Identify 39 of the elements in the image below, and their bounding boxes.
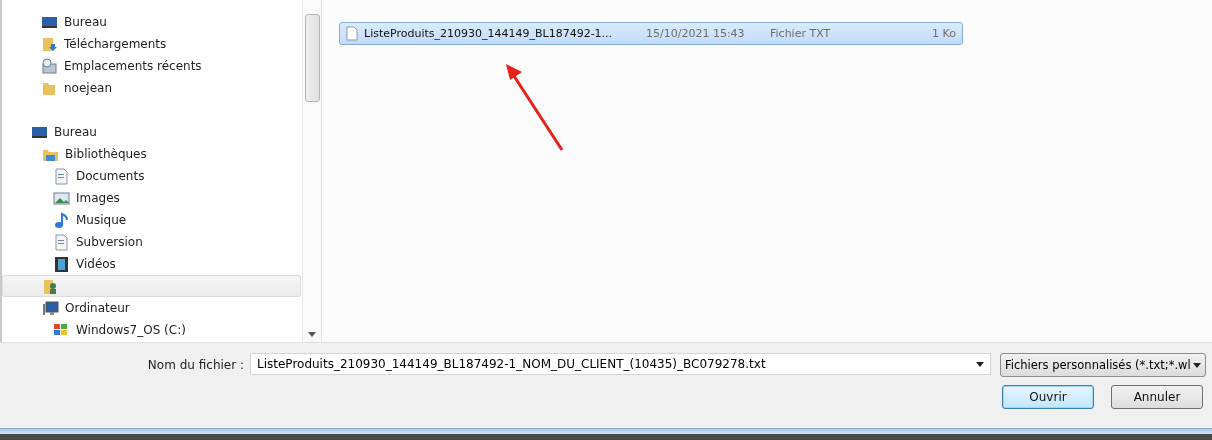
nav-item[interactable]: Subversion [2, 231, 301, 253]
nav-item[interactable]: Documents [2, 165, 301, 187]
nav-item[interactable]: Emplacements récents [2, 55, 301, 77]
nav-item[interactable]: noejean [2, 77, 301, 99]
caret-icon [1193, 362, 1201, 368]
file-date: 15/10/2021 15:43 [646, 27, 746, 40]
nav-item[interactable]: Musique [2, 209, 301, 231]
text-file-icon [346, 26, 358, 41]
cancel-button[interactable]: Annuler [1111, 385, 1203, 409]
file-size: 1 Ko [931, 27, 956, 40]
recent-places-icon [41, 57, 58, 75]
nav-item[interactable]: Windows7_OS (C:) [2, 319, 301, 341]
scroll-thumb[interactable] [304, 14, 320, 102]
scroll-down-icon[interactable] [308, 332, 316, 337]
nav-item[interactable]: Images [2, 187, 301, 209]
file-type-dropdown[interactable]: Fichiers personnalisés (*.txt;*.wl [1000, 353, 1206, 377]
image-icon [53, 189, 70, 207]
scrollbar[interactable] [302, 0, 321, 342]
nav-item[interactable]: Bibliothèques [2, 143, 301, 165]
open-button[interactable]: Ouvrir [1002, 385, 1094, 409]
film-icon [53, 255, 70, 273]
music-note-icon [53, 211, 70, 229]
dropdown-caret-icon[interactable] [976, 361, 984, 367]
filename-field[interactable]: ListeProduits_210930_144149_BL187492-1_NOM_DU_CLIENT_(10435)_BC079278.txt [250, 353, 991, 375]
user-folder-icon [42, 277, 59, 295]
nav-item[interactable]: Vidéos [2, 253, 301, 275]
file-row[interactable]: ListeProduits_210930_144149_BL187492-1... 15/10/2021 15:43 Fichier TXT 1 Ko [339, 22, 963, 45]
computer-icon [42, 299, 59, 317]
file-type: Fichier TXT [770, 27, 832, 40]
filename-label: Nom du fichier : [146, 358, 244, 372]
nav-item[interactable]: Téléchargements [2, 33, 301, 55]
file-name: ListeProduits_210930_144149_BL187492-1... [364, 27, 614, 40]
nav-item[interactable]: Ordinateur [2, 297, 301, 319]
nav-item[interactable]: Bureau [2, 11, 301, 33]
download-folder-icon [41, 35, 58, 53]
document-icon [53, 167, 70, 185]
document-icon [53, 233, 70, 251]
nav-item[interactable]: Bureau [2, 121, 301, 143]
nav-item[interactable] [2, 275, 301, 297]
